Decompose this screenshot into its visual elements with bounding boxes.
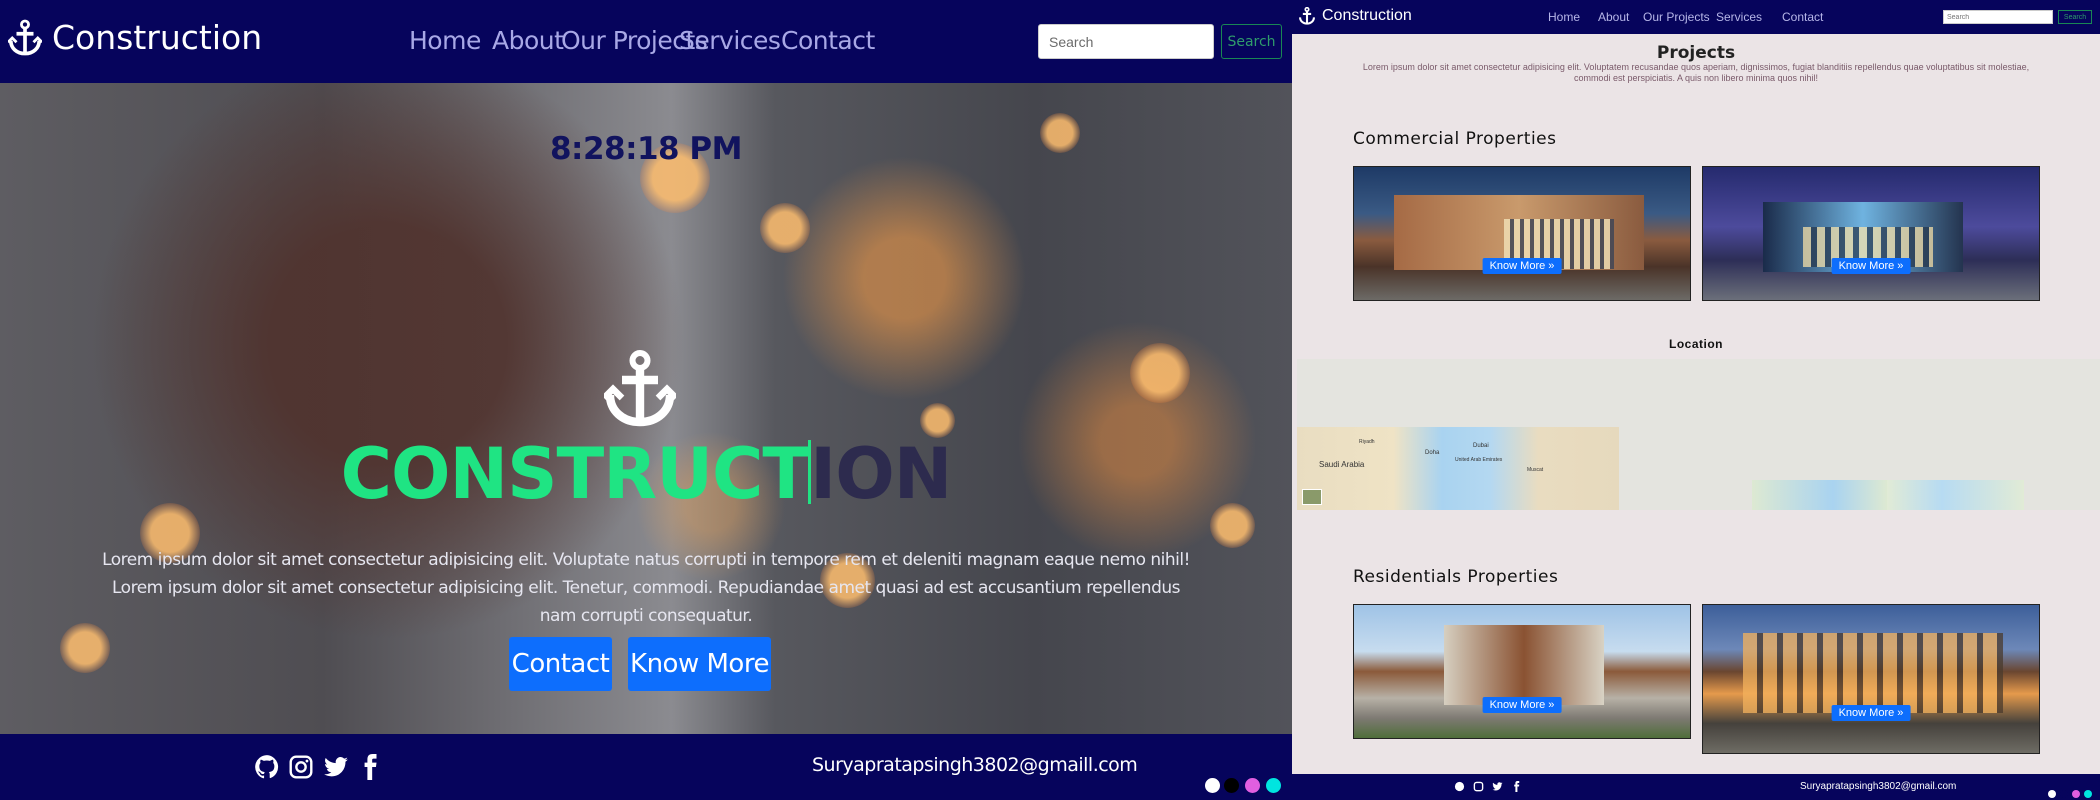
map-label: Riyadh [1359, 439, 1375, 445]
residential-card-2: Know More » [1702, 604, 2040, 754]
projects-description: Lorem ipsum dolor sit amet consectetur a… [1362, 62, 2030, 83]
search-input[interactable] [1038, 24, 1214, 59]
twitter-icon[interactable] [323, 754, 349, 780]
anchor-icon [1299, 7, 1315, 25]
theme-dot-white[interactable] [1205, 778, 1220, 793]
hero-title-typed: CONSTRUCT [340, 433, 810, 515]
know-more-button[interactable]: Know More [628, 637, 771, 691]
location-map[interactable]: Saudi Arabia Doha Dubai United Arab Emir… [1297, 359, 2100, 510]
hero-section: 8:28:18 PM CONSTRUCTION Lorem ipsum dolo… [0, 83, 1292, 734]
twitter-icon[interactable] [1492, 781, 1503, 792]
projects-brand[interactable]: Construction [1298, 7, 1412, 25]
footer-email[interactable]: Suryapratapsingh3802@gmaill.com [812, 754, 1138, 776]
projects-nav-contact[interactable]: Contact [1782, 10, 1823, 24]
search-button[interactable]: Search [1221, 24, 1282, 59]
footer: Suryapratapsingh3802@gmaill.com [0, 734, 1292, 800]
home-page: Construction Home About Our Projects Ser… [0, 0, 1292, 800]
instagram-icon[interactable] [288, 754, 314, 780]
nav-about[interactable]: About [492, 26, 564, 55]
theme-dot-cyan[interactable] [2084, 790, 2092, 798]
hero-title: CONSTRUCTION [0, 433, 1292, 515]
map-label: Muscat [1527, 467, 1544, 473]
nav-home[interactable]: Home [409, 26, 481, 55]
know-more-link[interactable]: Know More » [1831, 705, 1911, 721]
nav-contact[interactable]: Contact [781, 26, 875, 55]
hero-description: Lorem ipsum dolor sit amet consectetur a… [102, 550, 1190, 626]
residential-card-1: Know More » [1353, 604, 1691, 739]
commercial-card-2: Know More » [1702, 166, 2040, 301]
instagram-icon[interactable] [1473, 781, 1484, 792]
know-more-link[interactable]: Know More » [1831, 258, 1911, 274]
live-clock: 8:28:18 PM [549, 131, 743, 167]
projects-search-button[interactable]: Search [2058, 10, 2092, 24]
theme-dot-pink[interactable] [1245, 778, 1260, 793]
projects-brand-name: Construction [1322, 7, 1412, 24]
facebook-icon[interactable] [1511, 781, 1522, 792]
map-tile: Saudi Arabia Doha Dubai United Arab Emir… [1297, 427, 1619, 510]
map-label: Dubai [1473, 443, 1489, 449]
location-heading: Location [1669, 337, 1723, 351]
projects-page: Construction Home About Our Projects Ser… [1292, 0, 2100, 800]
map-tile [1752, 480, 1887, 510]
facebook-icon[interactable] [357, 754, 383, 780]
map-label: United Arab Emirates [1455, 457, 1503, 463]
projects-footer-email[interactable]: Suryapratapsingh3802@gmail.com [1800, 781, 1956, 792]
projects-nav-home[interactable]: Home [1548, 10, 1580, 24]
map-layer-thumbnail[interactable] [1302, 489, 1322, 505]
navbar: Construction Home About Our Projects Ser… [0, 0, 1292, 83]
hero-anchor-icon [604, 350, 676, 427]
nav-services[interactable]: Services [679, 26, 781, 55]
theme-dot-navy[interactable] [2060, 790, 2068, 798]
projects-footer: Suryapratapsingh3802@gmail.com [1292, 774, 2100, 800]
projects-nav-about[interactable]: About [1598, 10, 1629, 24]
theme-dot-white[interactable] [2048, 790, 2056, 798]
know-more-link[interactable]: Know More » [1482, 258, 1562, 274]
residential-heading: Residentials Properties [1353, 567, 1559, 587]
know-more-link[interactable]: Know More » [1482, 697, 1562, 713]
theme-dot-pink[interactable] [2072, 790, 2080, 798]
hero-title-rest: ION [810, 433, 952, 515]
commercial-heading: Commercial Properties [1353, 129, 1557, 149]
contact-button[interactable]: Contact [509, 637, 612, 691]
map-label: Saudi Arabia [1319, 460, 1365, 469]
github-icon[interactable] [1454, 781, 1465, 792]
projects-navbar: Construction Home About Our Projects Ser… [1292, 0, 2100, 34]
projects-nav-services[interactable]: Services [1716, 10, 1762, 24]
projects-nav-our-projects[interactable]: Our Projects [1643, 10, 1710, 24]
commercial-card-1: Know More » [1353, 166, 1691, 301]
map-tile [1887, 480, 2024, 510]
github-icon[interactable] [254, 754, 280, 780]
map-label: Doha [1425, 450, 1440, 456]
projects-search-input[interactable] [1943, 10, 2053, 24]
projects-title: Projects [1656, 43, 1736, 63]
theme-dot-cyan[interactable] [1266, 778, 1281, 793]
theme-dot-black[interactable] [1224, 778, 1239, 793]
